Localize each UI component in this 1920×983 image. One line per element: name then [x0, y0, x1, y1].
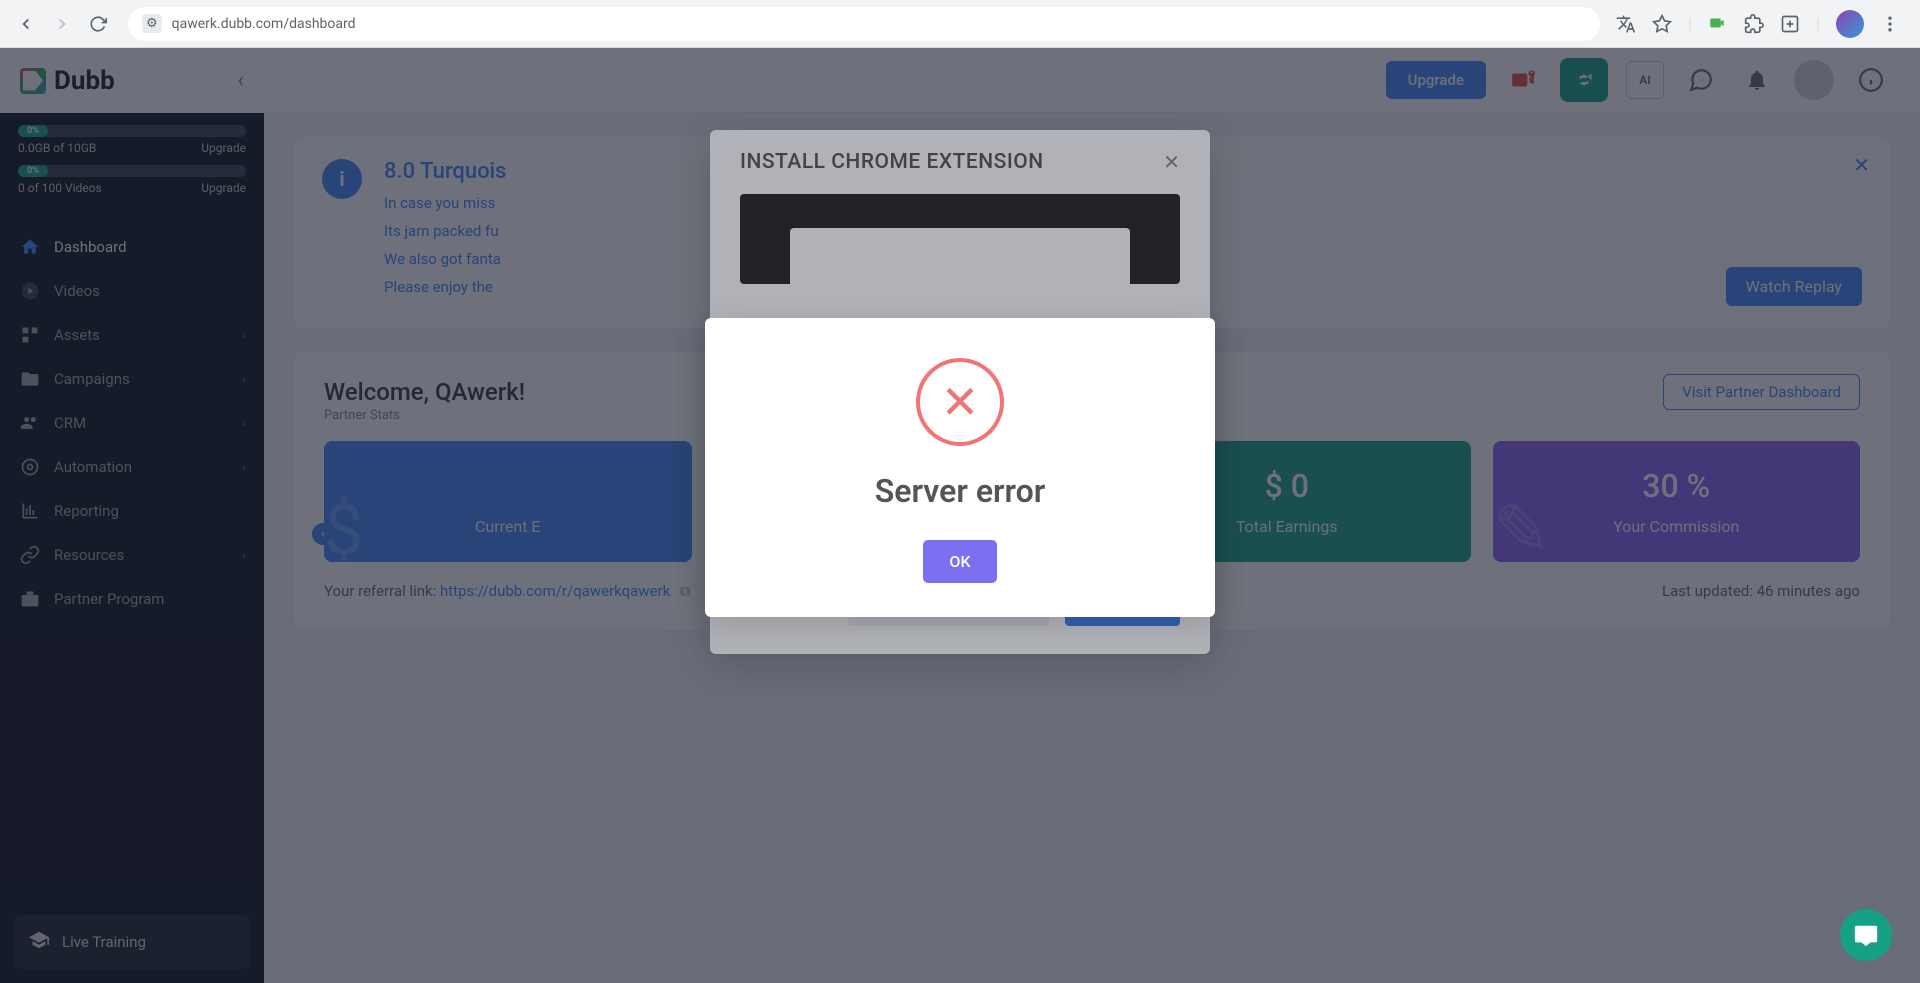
- ext-record-icon[interactable]: [1708, 14, 1728, 34]
- ext-puzzle-icon[interactable]: [1744, 14, 1764, 34]
- browser-toolbar: ⚙ qawerk.dubb.com/dashboard | |: [0, 0, 1920, 48]
- url-text: qawerk.dubb.com/dashboard: [172, 16, 356, 32]
- forward-button[interactable]: [48, 10, 76, 38]
- translate-icon[interactable]: [1616, 14, 1636, 34]
- browser-menu-icon[interactable]: [1880, 14, 1900, 34]
- error-ok-button[interactable]: OK: [923, 540, 996, 583]
- bookmark-icon[interactable]: [1652, 14, 1672, 34]
- x-icon: ✕: [941, 375, 980, 430]
- error-title: Server error: [735, 472, 1185, 510]
- reload-button[interactable]: [84, 10, 112, 38]
- site-settings-icon[interactable]: ⚙: [142, 14, 162, 33]
- ext-other-icon[interactable]: [1780, 14, 1800, 34]
- profile-avatar[interactable]: [1836, 10, 1864, 38]
- browser-actions: | |: [1616, 10, 1908, 38]
- address-bar[interactable]: ⚙ qawerk.dubb.com/dashboard: [128, 7, 1600, 41]
- back-button[interactable]: [12, 10, 40, 38]
- error-icon: ✕: [916, 358, 1004, 446]
- error-modal: ✕ Server error OK: [705, 318, 1215, 617]
- intercom-launcher[interactable]: [1840, 909, 1892, 961]
